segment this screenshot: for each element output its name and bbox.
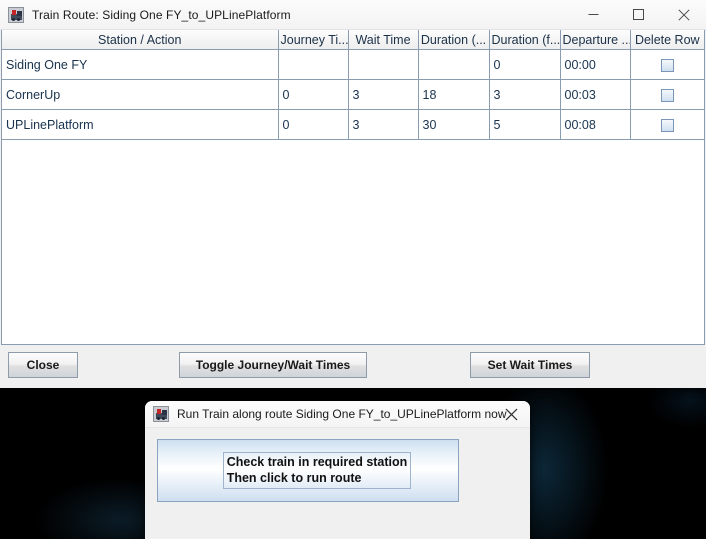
cell-duration-c[interactable] <box>418 50 489 80</box>
toggle-journey-wait-times-button[interactable]: Toggle Journey/Wait Times <box>179 352 367 378</box>
unchecked-checkbox[interactable] <box>661 89 674 102</box>
close-icon[interactable] <box>661 0 706 29</box>
col-header-journey-time[interactable]: Journey Ti... <box>278 30 348 50</box>
run-route-button-label: Check train in required station Then cli… <box>223 452 412 489</box>
close-icon[interactable] <box>492 401 530 427</box>
col-header-duration-f[interactable]: Duration (f... <box>489 30 560 50</box>
table-header-row: Station / Action Journey Ti... Wait Time… <box>2 30 704 50</box>
cell-wait-time[interactable]: 3 <box>348 110 418 140</box>
col-header-duration-c[interactable]: Duration (... <box>418 30 489 50</box>
cell-station[interactable]: CornerUp <box>2 80 278 110</box>
run-route-button[interactable]: Check train in required station Then cli… <box>157 439 459 502</box>
cell-wait-time[interactable]: 3 <box>348 80 418 110</box>
cell-duration-f[interactable]: 0 <box>489 50 560 80</box>
cell-wait-time[interactable] <box>348 50 418 80</box>
table-row[interactable]: Siding One FY 0 00:00 <box>2 50 704 80</box>
cell-duration-c[interactable]: 30 <box>418 110 489 140</box>
cell-delete-row[interactable] <box>630 50 704 80</box>
main-window-titlebar[interactable]: Train Route: Siding One FY_to_UPLinePlat… <box>0 0 706 30</box>
cell-duration-c[interactable]: 18 <box>418 80 489 110</box>
run-train-dialog: Run Train along route Siding One FY_to_U… <box>145 401 530 539</box>
cell-journey-time[interactable] <box>278 50 348 80</box>
run-route-line-1: Check train in required station <box>227 454 408 470</box>
unchecked-checkbox[interactable] <box>661 59 674 72</box>
col-header-departure[interactable]: Departure ... <box>560 30 630 50</box>
dialog-body: Check train in required station Then cli… <box>145 428 530 539</box>
cell-departure[interactable]: 00:03 <box>560 80 630 110</box>
maximize-icon[interactable] <box>616 0 661 29</box>
cell-station[interactable]: UPLinePlatform <box>2 110 278 140</box>
dialog-titlebar[interactable]: Run Train along route Siding One FY_to_U… <box>145 401 530 428</box>
desktop-background: Train Route: Siding One FY_to_UPLinePlat… <box>0 0 706 539</box>
train-icon <box>8 7 24 23</box>
run-route-line-2: Then click to run route <box>227 470 408 486</box>
col-header-wait-time[interactable]: Wait Time <box>348 30 418 50</box>
dialog-title: Run Train along route Siding One FY_to_U… <box>177 407 507 421</box>
minimize-icon[interactable] <box>571 0 616 29</box>
set-wait-times-button[interactable]: Set Wait Times <box>470 352 590 378</box>
route-table-container: Station / Action Journey Ti... Wait Time… <box>1 30 705 345</box>
window-controls <box>571 0 706 29</box>
cell-duration-f[interactable]: 5 <box>489 110 560 140</box>
cell-journey-time[interactable]: 0 <box>278 110 348 140</box>
window-title: Train Route: Siding One FY_to_UPLinePlat… <box>32 8 291 22</box>
cell-station[interactable]: Siding One FY <box>2 50 278 80</box>
cell-departure[interactable]: 00:00 <box>560 50 630 80</box>
cell-duration-f[interactable]: 3 <box>489 80 560 110</box>
cell-delete-row[interactable] <box>630 80 704 110</box>
col-header-delete-row[interactable]: Delete Row <box>630 30 704 50</box>
unchecked-checkbox[interactable] <box>661 119 674 132</box>
table-row[interactable]: UPLinePlatform 0 3 30 5 00:08 <box>2 110 704 140</box>
train-route-window: Train Route: Siding One FY_to_UPLinePlat… <box>0 0 706 388</box>
table-row[interactable]: CornerUp 0 3 18 3 00:03 <box>2 80 704 110</box>
cell-delete-row[interactable] <box>630 110 704 140</box>
close-button[interactable]: Close <box>8 352 78 378</box>
cell-departure[interactable]: 00:08 <box>560 110 630 140</box>
cell-journey-time[interactable]: 0 <box>278 80 348 110</box>
route-table: Station / Action Journey Ti... Wait Time… <box>2 30 704 140</box>
col-header-station[interactable]: Station / Action <box>2 30 278 50</box>
train-icon <box>153 406 169 422</box>
